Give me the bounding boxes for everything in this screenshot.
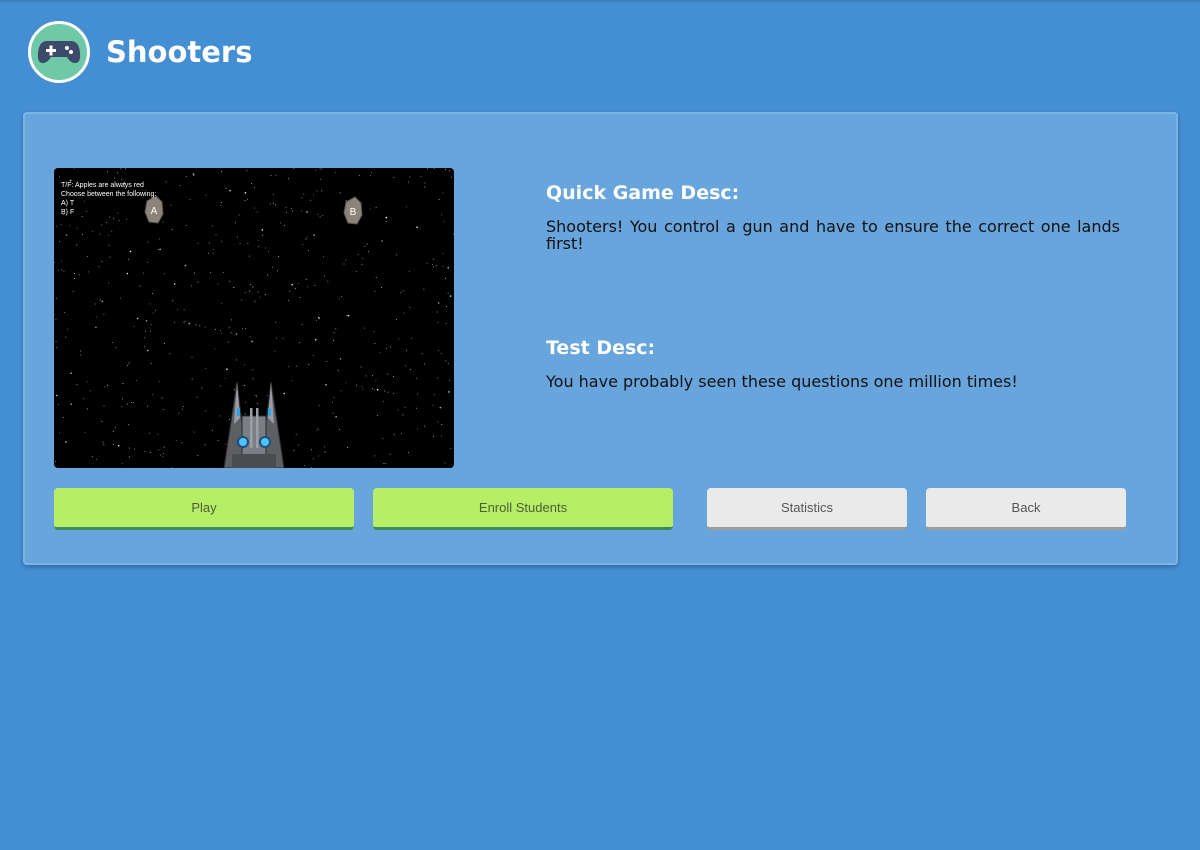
spaceship-icon [223,381,285,468]
statistics-button[interactable]: Statistics [707,488,907,530]
question-prompt: Choose between the following: [61,191,157,198]
game-desc-heading: Quick Game Desc: [546,182,740,204]
game-question: T/F: Apples are always red Choose betwee… [61,181,156,217]
game-panel: AB T/F: Apples are always red Choose bet… [23,112,1178,565]
top-border [0,0,1200,2]
game-description: Quick Game Desc: Shooters! You control a… [546,182,1120,252]
header: Shooters [28,21,252,83]
test-desc-heading: Test Desc: [546,337,656,359]
game-desc-text: Shooters! You control a gun and have to … [546,217,1120,253]
play-button[interactable]: Play [54,488,354,530]
option-a: A) T [61,200,75,207]
asteroid-label: B [350,207,357,218]
enroll-students-button[interactable]: Enroll Students [373,488,673,530]
asteroid-target-b: B [343,196,363,225]
option-b: B) F [61,209,75,216]
question-text: T/F: Apples are always red [61,182,144,189]
test-desc-text: You have probably seen these questions o… [546,372,1018,391]
game-preview: AB T/F: Apples are always red Choose bet… [54,168,454,468]
page-title: Shooters [106,35,253,69]
test-description: Test Desc: You have probably seen these … [546,337,1120,390]
back-button[interactable]: Back [926,488,1126,530]
gamepad-icon [28,21,90,83]
